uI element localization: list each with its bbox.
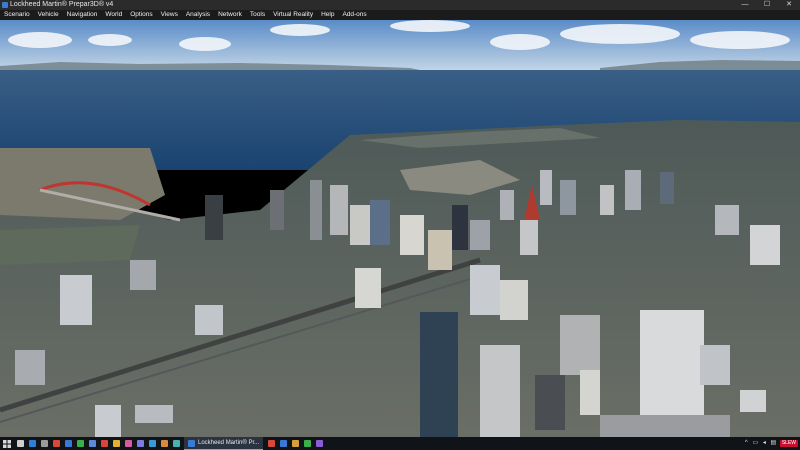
app-icon[interactable] [74, 437, 86, 450]
scenery-viewport[interactable] [0, 20, 800, 437]
app-icon[interactable] [265, 437, 277, 450]
menu-views[interactable]: Views [157, 10, 182, 20]
app-icon[interactable] [277, 437, 289, 450]
app-icon[interactable] [158, 437, 170, 450]
close-button[interactable]: ✕ [778, 0, 800, 10]
app-icon[interactable] [289, 437, 301, 450]
app-icon[interactable] [170, 437, 182, 450]
maximize-button[interactable]: ☐ [756, 0, 778, 10]
volume-icon[interactable]: ◂ [760, 437, 769, 450]
app-icon[interactable] [50, 437, 62, 450]
menu-vehicle[interactable]: Vehicle [34, 10, 63, 20]
taskbar: Lockheed Martin® Pr... ^ ▭ ◂ ▤ SLEW [0, 437, 800, 450]
notification-icon[interactable]: ▤ [769, 437, 778, 450]
menu-bar: Scenario Vehicle Navigation World Option… [0, 10, 800, 20]
menu-world[interactable]: World [101, 10, 126, 20]
network-icon[interactable]: ▭ [751, 437, 760, 450]
taskbar-app-label: Lockheed Martin® Pr... [198, 440, 260, 446]
prepar3d-app-icon [2, 2, 8, 8]
menu-help[interactable]: Help [317, 10, 338, 20]
menu-network[interactable]: Network [214, 10, 246, 20]
title-bar: Lockheed Martin® Prepar3D® v4 — ☐ ✕ [0, 0, 800, 10]
menu-add-ons[interactable]: Add-ons [338, 10, 370, 20]
menu-virtual-reality[interactable]: Virtual Reality [269, 10, 317, 20]
menu-navigation[interactable]: Navigation [63, 10, 102, 20]
menu-scenario[interactable]: Scenario [0, 10, 34, 20]
scenery-image [0, 20, 800, 437]
menu-analysis[interactable]: Analysis [182, 10, 214, 20]
ie-icon[interactable] [26, 437, 38, 450]
app-icon[interactable] [110, 437, 122, 450]
app-icon[interactable] [62, 437, 74, 450]
app-icon[interactable] [313, 437, 325, 450]
window-title: Lockheed Martin® Prepar3D® v4 [10, 1, 114, 8]
menu-options[interactable]: Options [126, 10, 156, 20]
menu-tools[interactable]: Tools [246, 10, 269, 20]
task-view-icon[interactable] [14, 437, 26, 450]
app-icon[interactable] [86, 437, 98, 450]
system-tray: ^ ▭ ◂ ▤ SLEW [742, 437, 800, 450]
app-icon[interactable] [38, 437, 50, 450]
chevron-up-icon[interactable]: ^ [742, 437, 751, 450]
app-icon[interactable] [134, 437, 146, 450]
windows-start-icon[interactable] [0, 437, 14, 450]
window-controls: — ☐ ✕ [734, 0, 800, 10]
app-icon[interactable] [98, 437, 110, 450]
minimize-button[interactable]: — [734, 0, 756, 10]
app-icon[interactable] [122, 437, 134, 450]
app-icon[interactable] [146, 437, 158, 450]
slew-badge: SLEW [779, 440, 798, 447]
prepar3d-icon [188, 439, 195, 447]
app-icon[interactable] [301, 437, 313, 450]
taskbar-prepar3d-button[interactable]: Lockheed Martin® Pr... [184, 437, 264, 450]
